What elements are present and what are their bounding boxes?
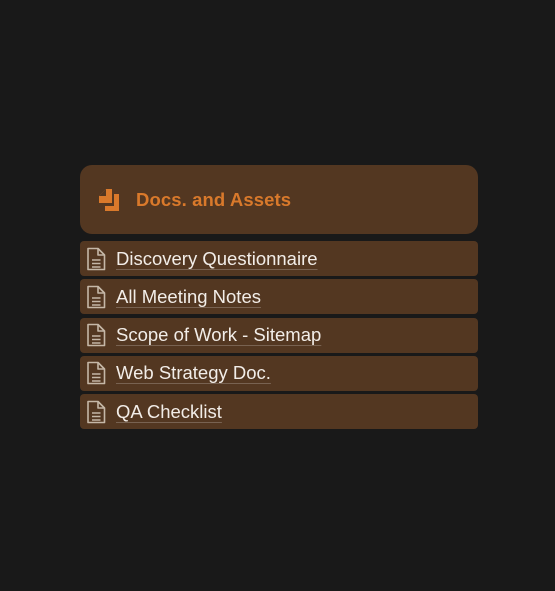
list-item-qa-checklist[interactable]: QA Checklist [80, 394, 478, 430]
copy-documents-icon [97, 188, 121, 212]
list-item-label[interactable]: Scope of Work - Sitemap [116, 324, 321, 346]
list-item-label[interactable]: Discovery Questionnaire [116, 248, 318, 270]
list-item-all-meeting-notes[interactable]: All Meeting Notes [80, 279, 478, 315]
docs-assets-panel: Docs. and Assets Discovery Questionnaire [80, 165, 478, 432]
list-item-scope-of-work[interactable]: Scope of Work - Sitemap [80, 317, 478, 353]
list-item-discovery-questionnaire[interactable]: Discovery Questionnaire [80, 241, 478, 276]
list-item-label[interactable]: QA Checklist [116, 401, 222, 423]
document-icon [86, 361, 106, 385]
document-list: Discovery Questionnaire All Meeting Note… [80, 241, 478, 430]
document-icon [86, 247, 106, 271]
document-icon [86, 400, 106, 424]
list-item-label[interactable]: Web Strategy Doc. [116, 362, 271, 384]
docs-assets-header[interactable]: Docs. and Assets [80, 165, 478, 234]
document-icon [86, 285, 106, 309]
list-item-label[interactable]: All Meeting Notes [116, 286, 261, 308]
docs-assets-title: Docs. and Assets [136, 188, 292, 210]
document-icon [86, 323, 106, 347]
list-item-web-strategy-doc[interactable]: Web Strategy Doc. [80, 355, 478, 391]
